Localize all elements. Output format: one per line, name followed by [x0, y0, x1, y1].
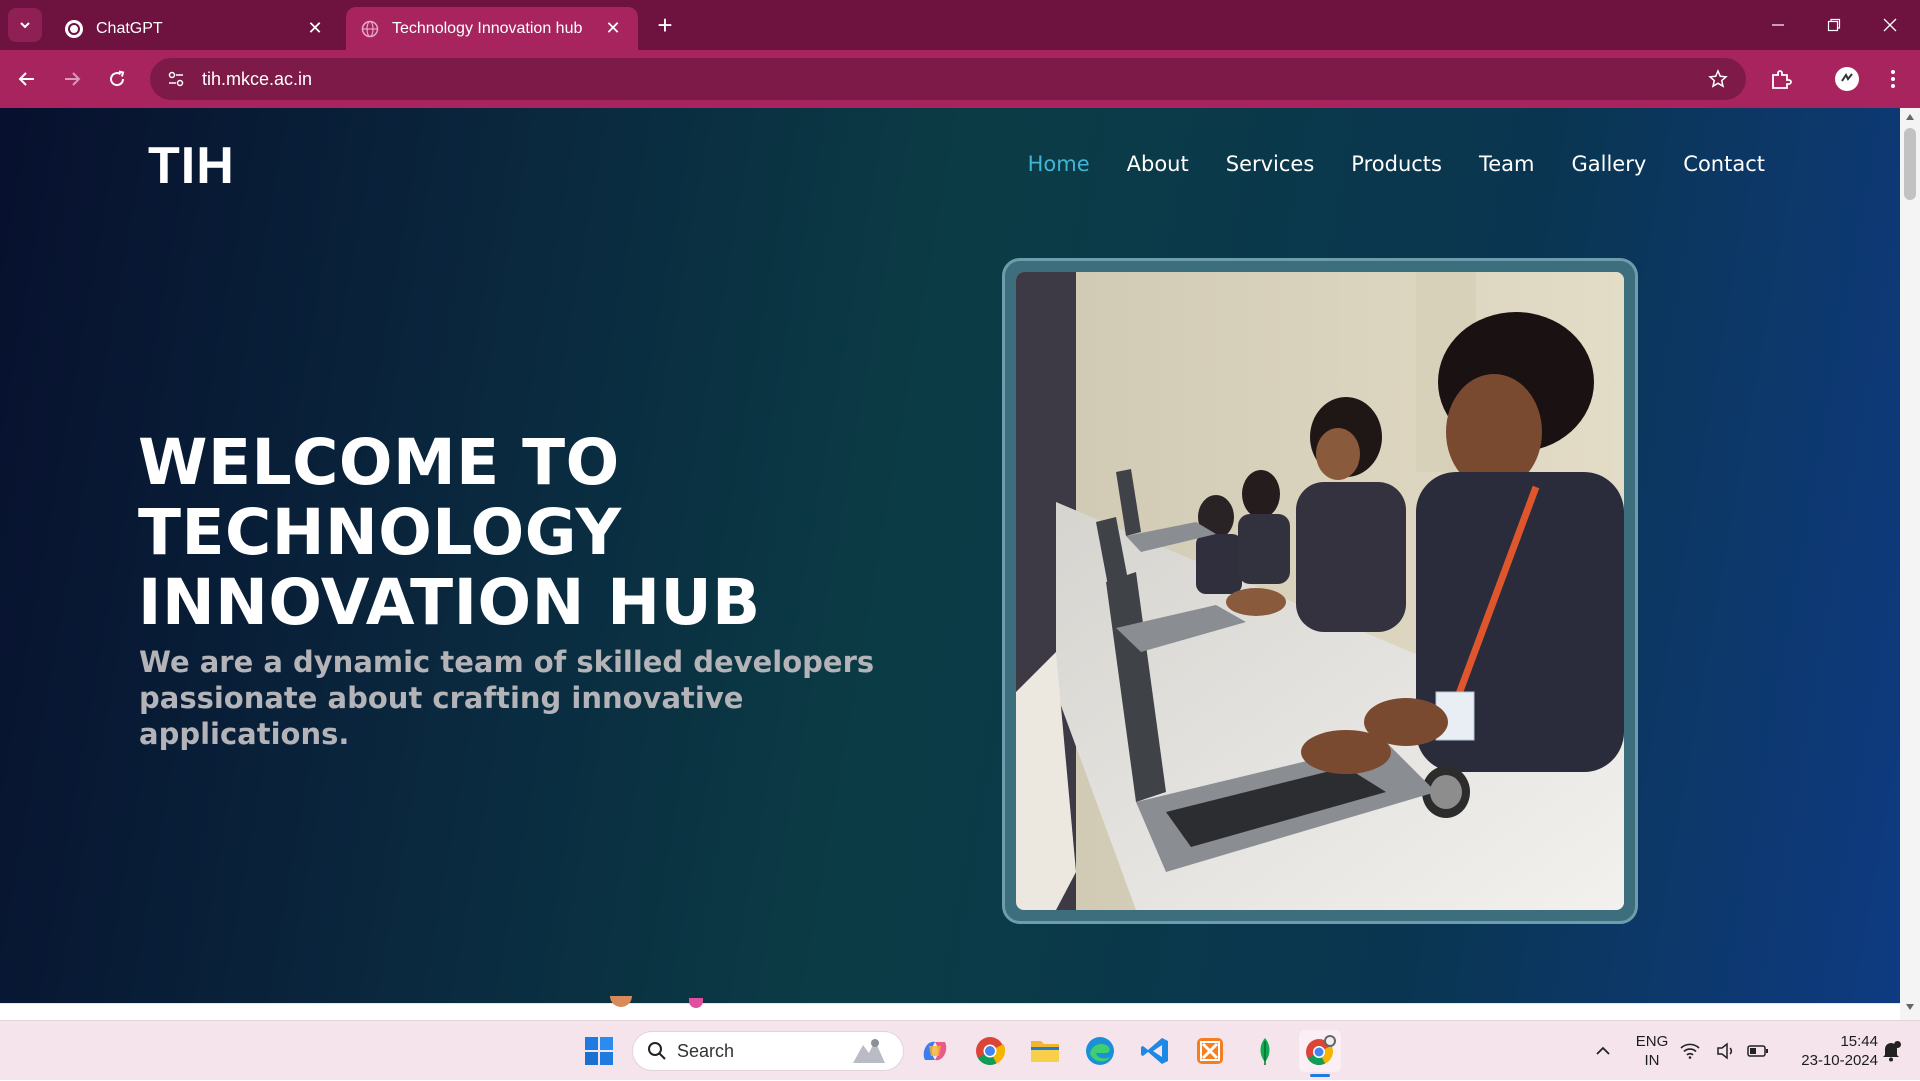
arrow-left-icon [18, 72, 34, 86]
edge-app-icon[interactable] [1079, 1030, 1121, 1072]
close-icon [1883, 18, 1897, 32]
page-viewport: TIH Home About Services Products Team Ga… [0, 108, 1900, 1003]
mongodb-app-icon[interactable] [1244, 1030, 1286, 1072]
wifi-icon[interactable] [1676, 1030, 1704, 1072]
profile-button[interactable] [1832, 64, 1862, 94]
hero-photo [1016, 272, 1624, 910]
volume-icon[interactable] [1712, 1030, 1740, 1072]
restore-icon [1827, 18, 1841, 32]
vscode-app-icon[interactable] [1134, 1030, 1176, 1072]
search-icon [648, 1042, 666, 1060]
region-label: IN [1644, 1052, 1660, 1069]
browser-menu-button[interactable] [1878, 64, 1908, 94]
windows-taskbar: Search ENG IN 15:44 23-10-2024 [0, 1020, 1920, 1080]
tab-technology-innovation-hub[interactable]: Technology Innovation hub ✕ [346, 7, 638, 50]
hero-subtitle: We are a dynamic team of skilled develop… [139, 645, 875, 751]
kebab-menu-icon [1891, 70, 1895, 88]
scroll-down-icon[interactable] [1904, 1001, 1916, 1013]
hero-title-line: WELCOME TO [138, 426, 620, 499]
reload-icon [110, 70, 125, 87]
globe-icon [360, 19, 380, 39]
chevron-down-icon [20, 22, 30, 29]
taskbar-search-box[interactable]: Search [632, 1031, 904, 1071]
nav-team[interactable]: Team [1479, 152, 1535, 176]
chrome-app-icon[interactable] [969, 1030, 1011, 1072]
battery-icon[interactable] [1744, 1030, 1772, 1072]
chatgpt-icon [64, 19, 84, 39]
nav-about[interactable]: About [1127, 152, 1189, 176]
url-text: tih.mkce.ac.in [202, 68, 313, 89]
file-explorer-icon[interactable] [1024, 1030, 1066, 1072]
nav-products[interactable]: Products [1351, 152, 1442, 176]
clock-time: 15:44 [1840, 1033, 1878, 1050]
copilot-app-icon[interactable] [914, 1030, 956, 1072]
minimize-button[interactable] [1750, 0, 1806, 50]
tab-search-button[interactable] [8, 8, 42, 42]
site-info-icon[interactable] [156, 59, 196, 99]
scrollbar-thumb[interactable] [1904, 128, 1916, 200]
clock[interactable]: 15:44 23-10-2024 [1782, 1021, 1878, 1081]
language-indicator[interactable]: ENG IN [1632, 1021, 1672, 1081]
reload-button[interactable] [102, 64, 132, 94]
puzzle-icon [1772, 70, 1792, 89]
clock-date: 23-10-2024 [1801, 1052, 1878, 1069]
hero-title-line: TECHNOLOGY [138, 496, 622, 569]
arrow-right-icon [65, 72, 81, 86]
tab-title: Technology Innovation hub [392, 19, 583, 37]
search-label: Search [677, 1040, 735, 1061]
site-logo[interactable]: TIH [148, 136, 235, 196]
close-tab-icon[interactable]: ✕ [602, 18, 624, 40]
hero-title-line: INNOVATION HUB [138, 566, 761, 639]
show-hidden-icons-button[interactable] [1582, 1030, 1624, 1072]
nav-home[interactable]: Home [1028, 152, 1090, 176]
tab-chatgpt[interactable]: ChatGPT ✕ [50, 7, 340, 50]
tab-title: ChatGPT [96, 19, 163, 37]
nav-contact[interactable]: Contact [1683, 152, 1765, 176]
nav-services[interactable]: Services [1226, 152, 1315, 176]
nav-gallery[interactable]: Gallery [1572, 152, 1647, 176]
decorative-dot [689, 998, 703, 1008]
page-bottom-strip [0, 996, 1900, 1020]
bookmark-star-icon[interactable] [1698, 59, 1738, 99]
address-bar[interactable]: tih.mkce.ac.in [150, 58, 1746, 100]
extensions-button[interactable] [1766, 64, 1796, 94]
xampp-app-icon[interactable] [1189, 1030, 1231, 1072]
restore-button[interactable] [1806, 0, 1862, 50]
close-tab-icon[interactable]: ✕ [304, 18, 326, 40]
hero-title: WELCOME TO TECHNOLOGY INNOVATION HUB [138, 428, 938, 638]
browser-toolbar: tih.mkce.ac.in [0, 50, 1920, 108]
chrome-active-app-icon[interactable] [1299, 1030, 1341, 1077]
search-highlight-icon [853, 1039, 885, 1063]
browser-tab-bar: ChatGPT ✕ Technology Innovation hub ✕ + [0, 0, 1920, 50]
start-button[interactable] [578, 1030, 620, 1072]
scroll-up-icon[interactable] [1904, 111, 1916, 123]
new-tab-button[interactable]: + [650, 10, 680, 40]
forward-button[interactable] [57, 64, 87, 94]
active-app-indicator [1310, 1074, 1330, 1077]
avatar-icon [1835, 67, 1859, 91]
language-label: ENG [1635, 1033, 1669, 1050]
minimize-icon [1772, 24, 1784, 26]
close-window-button[interactable] [1862, 0, 1918, 50]
chevron-up-icon [1596, 1046, 1610, 1055]
vertical-scrollbar[interactable] [1900, 108, 1920, 1020]
decorative-dot [610, 996, 632, 1007]
windows-logo-icon [585, 1037, 613, 1065]
back-button[interactable] [12, 64, 42, 94]
main-nav: Home About Services Products Team Galler… [1028, 152, 1765, 176]
notifications-icon[interactable] [1876, 1030, 1906, 1072]
hero-image-frame [1002, 258, 1638, 924]
